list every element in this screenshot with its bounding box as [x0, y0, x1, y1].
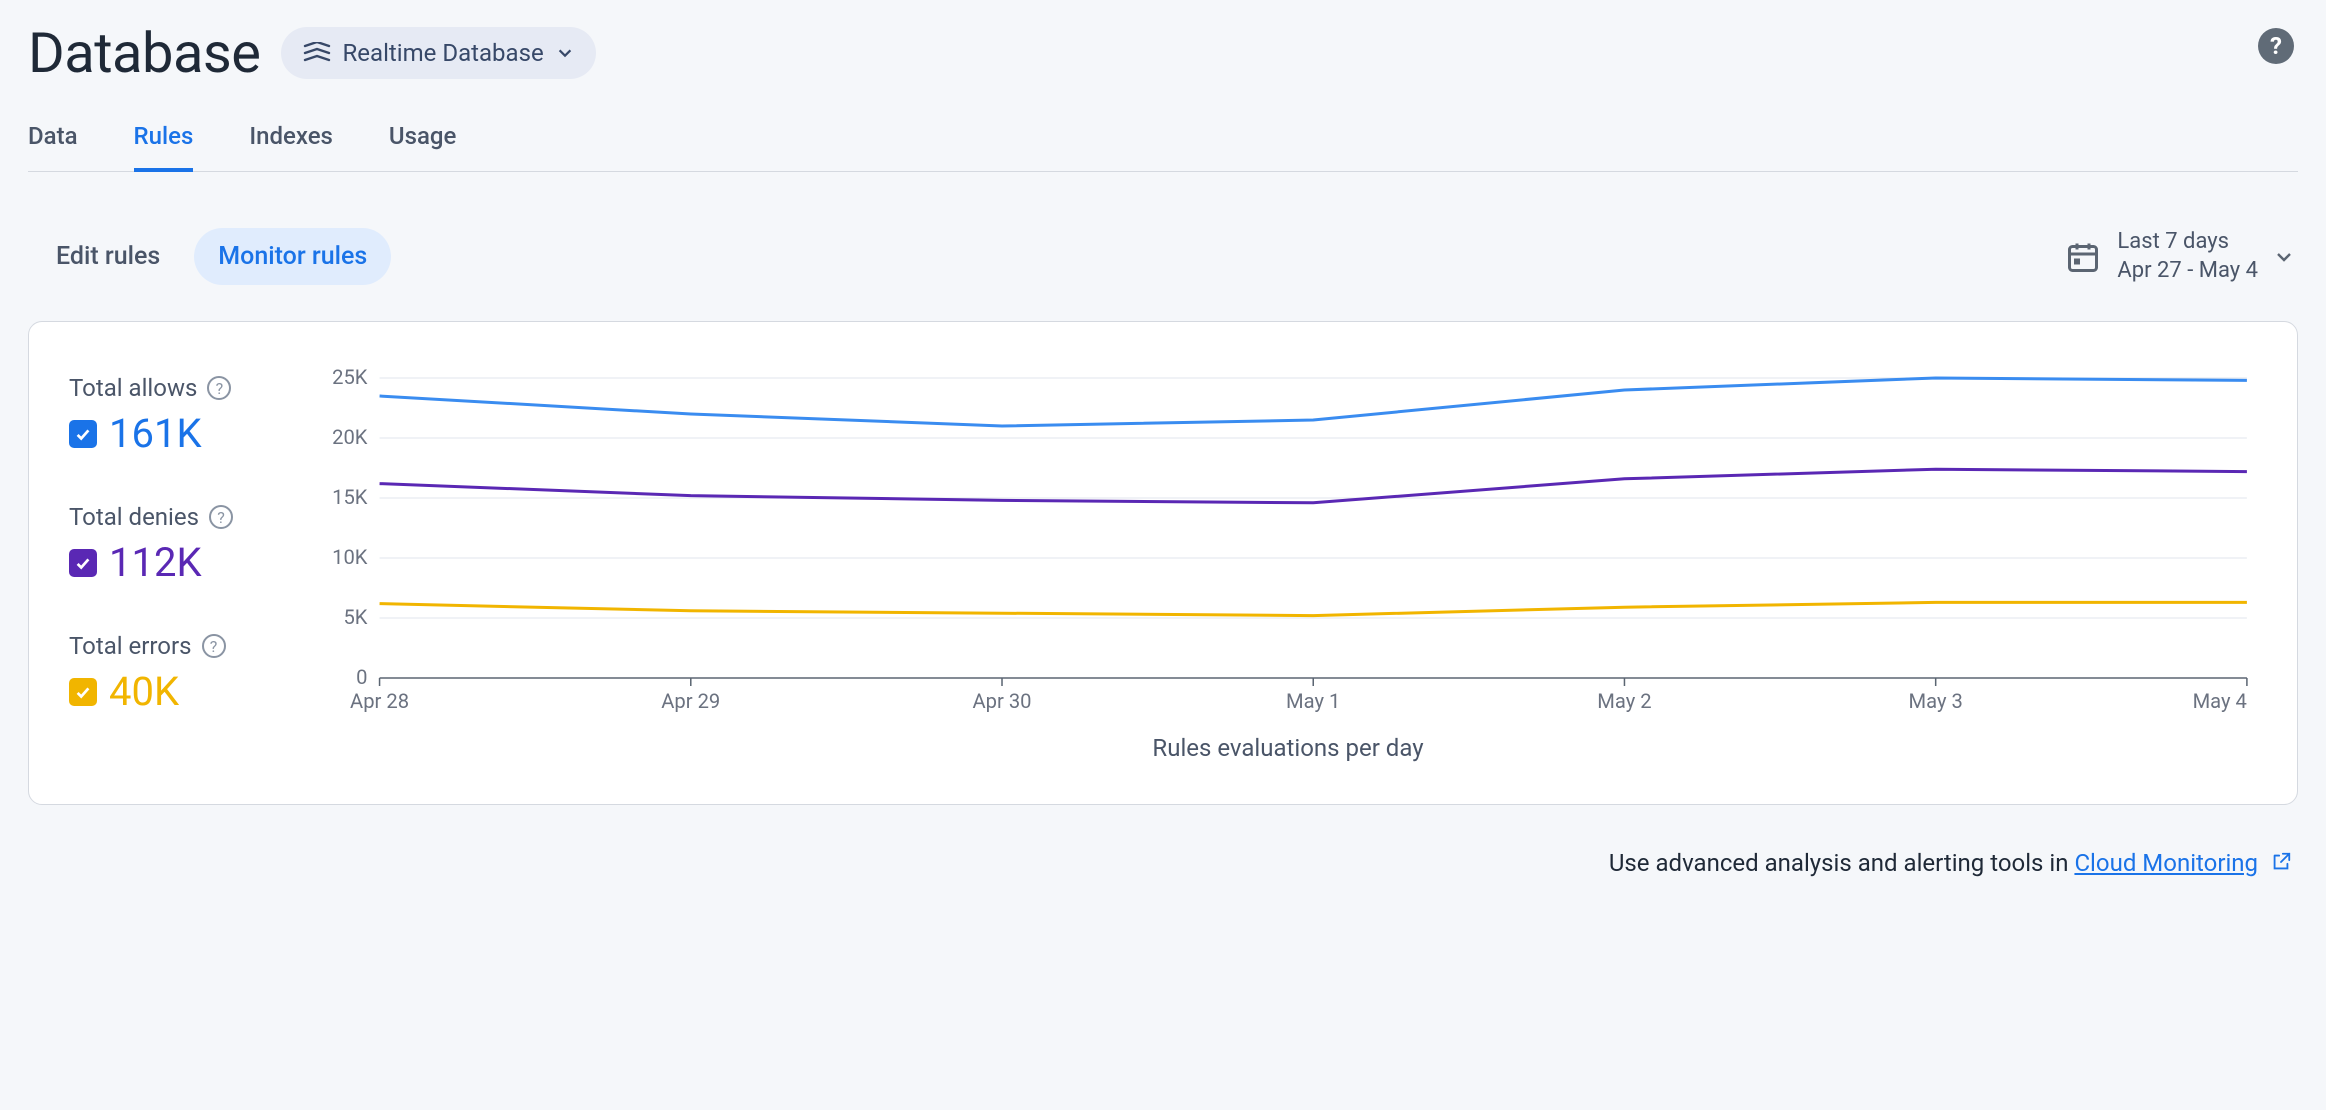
- realtime-db-icon: [303, 42, 331, 64]
- series-toggle-errors[interactable]: [69, 678, 97, 706]
- chart: 0 5K 10K 15K 20K 25K Apr 28 Apr 29 Apr 30 May 1 Ma…: [319, 368, 2257, 768]
- svg-text:0: 0: [356, 665, 367, 689]
- series-toggle-allows[interactable]: [69, 420, 97, 448]
- database-selector[interactable]: Realtime Database: [281, 27, 596, 79]
- main-tabs: Data Rules Indexes Usage: [28, 122, 2298, 172]
- svg-text:20K: 20K: [332, 425, 368, 449]
- svg-text:25K: 25K: [332, 368, 368, 389]
- metric-allows-label: Total allows: [69, 374, 197, 402]
- tab-rules[interactable]: Rules: [134, 122, 194, 172]
- chart-legend: Total allows ? 161K Total denies ? 112K: [69, 368, 289, 768]
- chevron-down-icon: [2274, 247, 2294, 267]
- svg-text:Apr 28: Apr 28: [350, 689, 409, 713]
- metric-errors-value: 40K: [109, 668, 179, 715]
- svg-text:May 4: May 4: [2193, 689, 2247, 713]
- svg-text:May 2: May 2: [1597, 689, 1651, 713]
- svg-text:Apr 30: Apr 30: [973, 689, 1032, 713]
- series-toggle-denies[interactable]: [69, 549, 97, 577]
- database-selector-label: Realtime Database: [343, 39, 544, 67]
- footer-note: Use advanced analysis and alerting tools…: [28, 849, 2298, 879]
- metric-errors: Total errors ? 40K: [69, 632, 289, 715]
- date-range-picker[interactable]: Last 7 days Apr 27 - May 4: [2065, 228, 2294, 285]
- help-icon[interactable]: ?: [202, 634, 226, 658]
- date-range-value: Apr 27 - May 4: [2117, 257, 2258, 286]
- metric-allows: Total allows ? 161K: [69, 374, 289, 457]
- cloud-monitoring-link[interactable]: Cloud Monitoring: [2074, 849, 2258, 877]
- subtab-monitor-rules[interactable]: Monitor rules: [194, 228, 391, 285]
- svg-text:May 3: May 3: [1909, 689, 1963, 713]
- help-icon[interactable]: ?: [2258, 28, 2294, 64]
- chevron-down-icon: [556, 44, 574, 62]
- chart-xlabel: Rules evaluations per day: [319, 734, 2257, 762]
- svg-text:15K: 15K: [332, 485, 368, 509]
- tab-data[interactable]: Data: [28, 122, 78, 171]
- calendar-icon: [2065, 239, 2101, 275]
- metric-denies: Total denies ? 112K: [69, 503, 289, 586]
- svg-text:May 1: May 1: [1286, 689, 1340, 713]
- external-link-icon: [2270, 851, 2292, 879]
- svg-text:5K: 5K: [343, 605, 367, 629]
- rules-subtabs: Edit rules Monitor rules: [32, 228, 391, 285]
- chart-card: Total allows ? 161K Total denies ? 112K: [28, 321, 2298, 805]
- tab-usage[interactable]: Usage: [389, 122, 456, 171]
- footer-text: Use advanced analysis and alerting tools…: [1609, 849, 2075, 877]
- svg-text:10K: 10K: [332, 545, 368, 569]
- help-icon[interactable]: ?: [209, 505, 233, 529]
- svg-text:Apr 29: Apr 29: [661, 689, 720, 713]
- metric-denies-value: 112K: [109, 539, 202, 586]
- page-title: Database: [28, 20, 261, 86]
- metric-errors-label: Total errors: [69, 632, 192, 660]
- metric-denies-label: Total denies: [69, 503, 199, 531]
- subtab-edit-rules[interactable]: Edit rules: [32, 228, 184, 285]
- help-icon[interactable]: ?: [207, 376, 231, 400]
- tab-indexes[interactable]: Indexes: [249, 122, 333, 171]
- metric-allows-value: 161K: [109, 410, 202, 457]
- date-range-label: Last 7 days: [2117, 228, 2258, 257]
